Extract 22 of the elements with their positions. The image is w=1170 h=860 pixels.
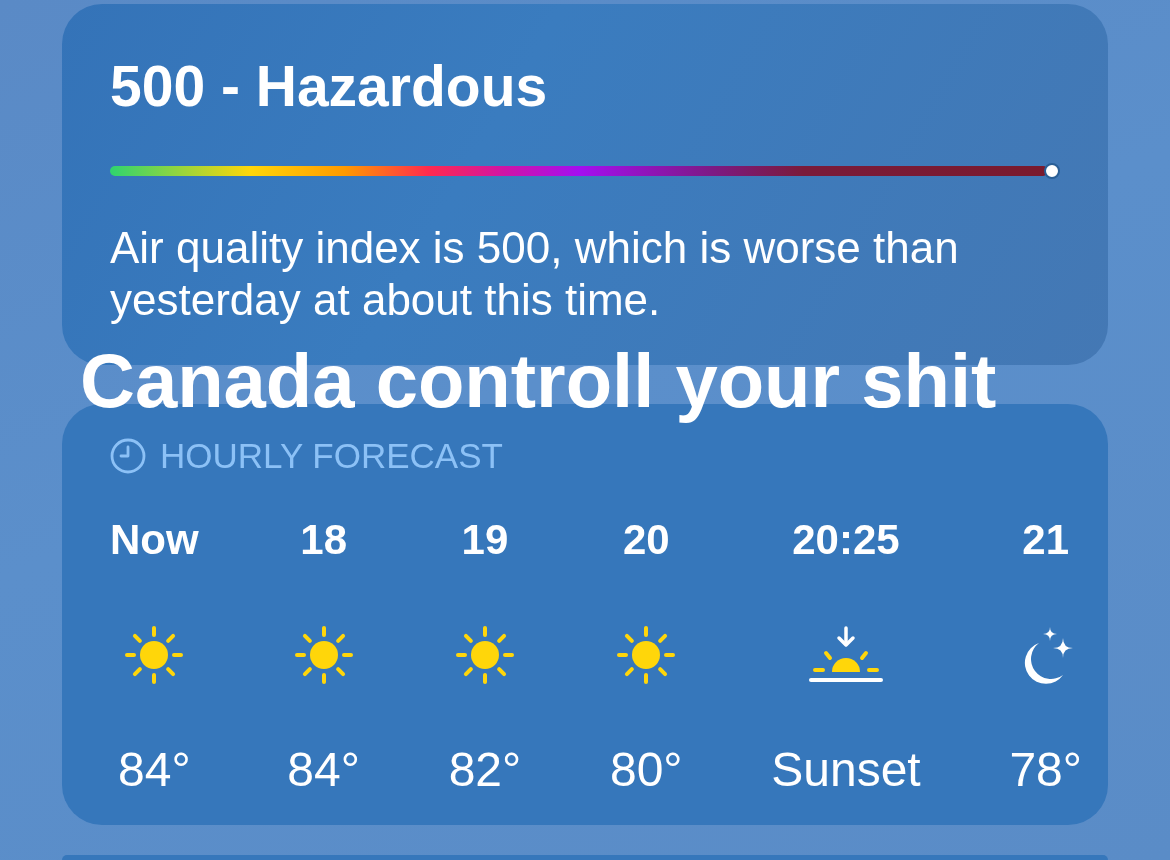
sun-icon	[616, 625, 677, 685]
air-quality-description: Air quality index is 500, which is worse than yesterday at about this time.	[110, 222, 960, 326]
section-heading: HOURLY FORECAST	[160, 436, 503, 476]
temperature-label: 78°	[1009, 746, 1082, 794]
temperature-label: 80°	[609, 746, 683, 794]
hour-label: 20	[622, 518, 670, 562]
caption-text: Canada controll your shit	[80, 337, 997, 425]
sun-icon	[293, 625, 354, 685]
hour-label: 21	[1022, 518, 1070, 562]
sunset-icon	[808, 626, 883, 684]
sun-icon	[454, 625, 515, 685]
hour-label: Now	[110, 518, 199, 562]
hour-label: 20:25	[792, 518, 900, 562]
sun-icon	[124, 625, 185, 685]
temperature-label: 84°	[287, 746, 360, 794]
temperature-label: Sunset	[771, 746, 921, 794]
temperature-label: 84°	[118, 746, 191, 794]
temperature-label: 82°	[448, 746, 522, 794]
air-quality-title: 500 - Hazardous	[110, 56, 549, 116]
hour-label: 18	[300, 518, 347, 562]
clock-icon	[110, 438, 146, 474]
hour-label: 19	[461, 518, 509, 562]
